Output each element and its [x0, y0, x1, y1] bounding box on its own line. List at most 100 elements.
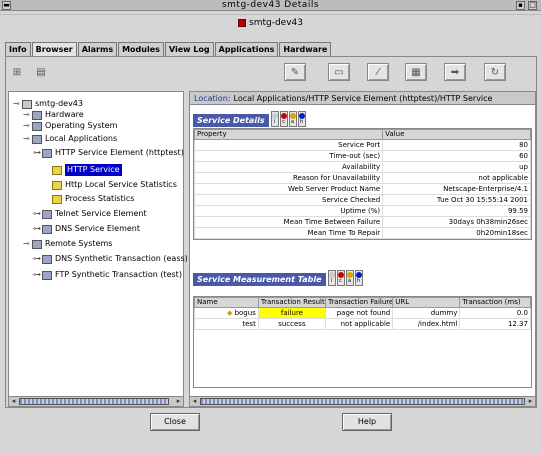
severity-label: i: [330, 278, 333, 284]
col-header-property[interactable]: Property: [193, 129, 384, 140]
tree-node-label: Telnet Service Element: [55, 209, 147, 218]
tree-hscrollbar[interactable]: ◂ ▸: [9, 396, 183, 406]
col-header-value[interactable]: Value: [382, 129, 531, 140]
tab-bar: Info Browser Alarms Modules View Log Applicat…: [5, 42, 332, 57]
col-header[interactable]: Name: [194, 297, 259, 308]
document-icon[interactable]: ▤: [34, 63, 48, 81]
scroll-right-icon[interactable]: ▸: [174, 397, 183, 406]
expander-icon[interactable]: ⊶: [33, 147, 42, 159]
module-icon: [32, 110, 42, 120]
table-button[interactable]: ▦: [405, 63, 427, 81]
severity-label: h: [299, 119, 304, 125]
expander-icon[interactable]: ⊸: [23, 109, 32, 121]
table-row[interactable]: Uptime (%) 99.59: [193, 205, 531, 217]
severity-filter-c[interactable]: c: [279, 111, 288, 127]
expander-icon[interactable]: ⊶: [33, 253, 42, 265]
table-row[interactable]: ◆ bogus failure page not found dummy 0.0: [194, 307, 531, 319]
module-icon: [32, 121, 42, 131]
minimize-button[interactable]: ▪: [516, 1, 525, 10]
table-row[interactable]: Availability up: [193, 161, 531, 173]
tree-node[interactable]: ⊸ Remote Systems: [23, 238, 112, 250]
tab-browser[interactable]: Browser: [31, 42, 77, 57]
edit-button[interactable]: ✎: [284, 63, 306, 81]
name-text: bogus: [234, 309, 256, 317]
expander-icon[interactable]: ⊶: [33, 208, 42, 220]
table-row[interactable]: Mean Time Between Failure 30days 0h38min2…: [193, 216, 531, 228]
window-menu-button[interactable]: ▬: [2, 1, 11, 10]
help-button[interactable]: Help: [342, 413, 392, 431]
tree-node[interactable]: HTTP Service: [43, 164, 122, 176]
graph-icon: ▭: [334, 66, 344, 78]
tree-node-label: smtg-dev43: [35, 99, 83, 108]
folder-icon: [52, 194, 62, 204]
service-details-title: Service Details: [193, 114, 269, 127]
scroll-thumb[interactable]: [19, 398, 169, 405]
severity-filter-a[interactable]: a: [288, 111, 297, 127]
close-button[interactable]: Close: [150, 413, 200, 431]
tab-applications[interactable]: Applications: [214, 42, 279, 56]
expander-icon[interactable]: ⊸: [13, 98, 22, 110]
severity-filter-i[interactable]: i: [270, 111, 279, 127]
detail-hscrollbar[interactable]: ◂ ▸: [190, 396, 535, 406]
tree-node[interactable]: ⊶ DNS Service Element: [33, 223, 140, 235]
tab-alarms[interactable]: Alarms: [77, 42, 118, 56]
expander-icon[interactable]: ⊸: [23, 120, 32, 132]
tree-node[interactable]: ⊸ Hardware: [23, 109, 84, 121]
expander-icon[interactable]: ⊸: [23, 238, 32, 250]
tab-info[interactable]: Info: [5, 42, 31, 56]
tab-view-log[interactable]: View Log: [164, 42, 214, 56]
graph-button[interactable]: ▭: [328, 63, 350, 81]
measurement-table-title: Service Measurement Table: [193, 273, 326, 286]
property-cell: Mean Time Between Failure: [193, 216, 384, 228]
expander-icon[interactable]: ⊶: [33, 223, 42, 235]
table-row[interactable]: Reason for Unavailability not applicable: [193, 172, 531, 184]
table-row[interactable]: Time-out (sec) 60: [193, 150, 531, 162]
tree-node[interactable]: Process Statistics: [43, 193, 134, 205]
severity-filter-i[interactable]: i: [327, 270, 336, 286]
location-path: Local Applications/HTTP Service Element …: [233, 94, 493, 103]
tab-hardware[interactable]: Hardware: [279, 42, 332, 56]
forward-button[interactable]: ➡: [444, 63, 466, 81]
severity-filter-c[interactable]: c: [336, 270, 345, 286]
refresh-button[interactable]: ↻: [484, 63, 506, 81]
tree-node[interactable]: ⊶ FTP Synthetic Transaction (test): [33, 269, 182, 281]
tree-node-label: Operating System: [45, 121, 118, 130]
table-row[interactable]: Service Port 80: [193, 139, 531, 151]
tab-modules[interactable]: Modules: [118, 42, 164, 56]
tree-node[interactable]: ⊸ smtg-dev43: [13, 98, 83, 110]
tree-node[interactable]: Http Local Service Statistics: [43, 179, 177, 191]
chart-button[interactable]: ⁄: [367, 63, 389, 81]
tree-node[interactable]: ⊶ Telnet Service Element: [33, 208, 147, 220]
table-row[interactable]: Web Server Product Name Netscape-Enterpri…: [193, 183, 531, 195]
window-titlebar: smtg-dev43 Details ▬ ▪ □: [0, 0, 541, 11]
tree-view-icon[interactable]: ⊞: [10, 63, 24, 81]
ms-cell: 0.0: [459, 307, 531, 319]
tree-node[interactable]: ⊶ HTTP Service Element (httptest): [33, 147, 184, 159]
table-row[interactable]: Mean Time To Repair 0h20min18sec: [193, 227, 531, 239]
table-row[interactable]: test success not applicable/index.html 12.3…: [194, 318, 531, 330]
chart-icon: ⁄: [377, 66, 379, 78]
property-cell: Service Port: [193, 139, 384, 151]
expander-icon[interactable]: ⊸: [23, 133, 32, 145]
col-header[interactable]: Transaction (ms): [459, 297, 531, 308]
severity-filter-a[interactable]: a: [345, 270, 354, 286]
detail-pane: Location: Local Applications/HTTP Service…: [189, 91, 536, 407]
scroll-right-icon[interactable]: ▸: [526, 397, 535, 406]
table-row[interactable]: Service Checked Tue Oct 30 15:55:14 2001: [193, 194, 531, 206]
severity-filter-h[interactable]: h: [354, 270, 363, 286]
tree-node[interactable]: ⊶ DNS Synthetic Transaction (eass): [33, 253, 188, 265]
col-header[interactable]: Transaction Failure: [325, 297, 394, 308]
value-cell: Tue Oct 30 15:55:14 2001: [382, 194, 531, 206]
scroll-left-icon[interactable]: ◂: [9, 397, 18, 406]
object-tree[interactable]: ⊶ FTP Synthetic Transaction (test) ⊶ DNS Sy…: [8, 91, 188, 407]
maximize-button[interactable]: □: [528, 1, 537, 10]
tree-node[interactable]: ⊸ Operating System: [23, 120, 117, 132]
scroll-left-icon[interactable]: ◂: [190, 397, 199, 406]
col-header[interactable]: Transaction Result: [257, 297, 327, 308]
severity-filter-h[interactable]: h: [297, 111, 306, 127]
expander-icon[interactable]: ⊶: [33, 269, 42, 281]
col-header[interactable]: URL: [392, 297, 461, 308]
edit-icon: ✎: [290, 66, 300, 78]
scroll-thumb[interactable]: [200, 398, 525, 405]
tree-node[interactable]: ⊸ Local Applications: [23, 133, 117, 145]
